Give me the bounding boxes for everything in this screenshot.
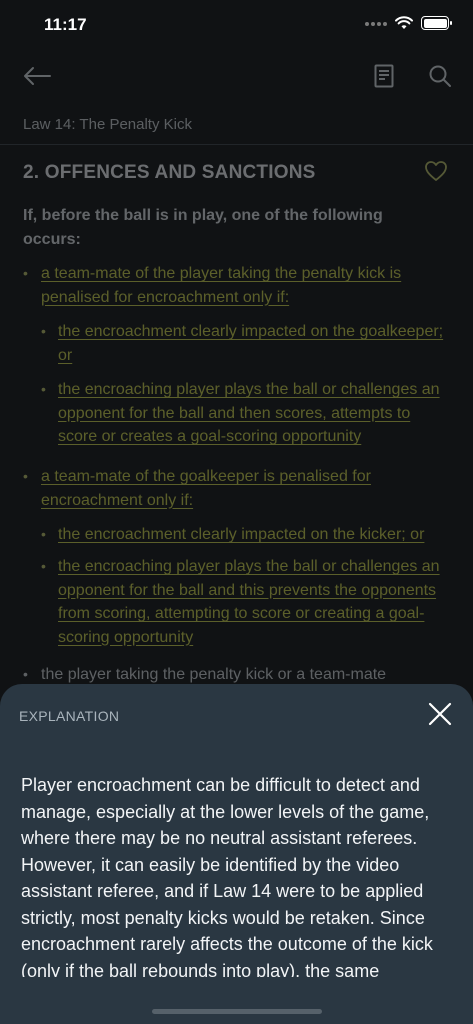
breadcrumb[interactable]: Law 14: The Penalty Kick xyxy=(23,116,192,133)
bullet-icon: • xyxy=(41,323,46,339)
bullet-icon: • xyxy=(41,381,46,397)
sub-list-item[interactable]: • the encroaching player plays the ball … xyxy=(23,555,453,651)
sub-list-item-link[interactable]: the encroachment clearly impacted on the… xyxy=(58,526,424,543)
arrow-left-icon[interactable] xyxy=(22,66,52,86)
bullet-icon: • xyxy=(23,468,28,484)
home-indicator[interactable] xyxy=(152,1009,322,1014)
sub-list-item-link[interactable]: the encroaching player plays the ball or… xyxy=(58,381,440,445)
sub-list-item-link[interactable]: the encroaching player plays the ball or… xyxy=(58,558,440,646)
bullet-icon: • xyxy=(23,666,28,682)
divider xyxy=(0,144,473,145)
list-item-text: the player taking the penalty kick or a … xyxy=(41,666,387,683)
heart-icon[interactable] xyxy=(424,160,448,182)
list-item-link[interactable]: a team-mate of the player taking the pen… xyxy=(41,265,401,306)
signal-icon xyxy=(365,20,387,26)
status-icons xyxy=(365,16,452,30)
search-icon[interactable] xyxy=(428,64,452,88)
section-intro: If, before the ball is in play, one of t… xyxy=(23,207,383,248)
nav-bar xyxy=(0,52,473,100)
explanation-label: EXPLANATION xyxy=(19,708,120,724)
list-item[interactable]: • a team-mate of the player taking the p… xyxy=(23,262,453,312)
status-bar: 11:17 xyxy=(0,0,473,52)
bullet-icon: • xyxy=(41,526,46,542)
explanation-sheet[interactable]: EXPLANATION Player encroachment can be d… xyxy=(0,684,473,1024)
bullet-icon: • xyxy=(41,558,46,574)
status-time: 11:17 xyxy=(44,15,87,34)
sub-list-item[interactable]: • the encroachment clearly impacted on t… xyxy=(23,523,453,549)
sub-list-item[interactable]: • the encroachment clearly impacted on t… xyxy=(23,320,453,370)
sub-list-item-link[interactable]: the encroachment clearly impacted on the… xyxy=(58,323,443,364)
notes-icon[interactable] xyxy=(374,64,394,88)
explanation-text: Player encroachment can be difficult to … xyxy=(21,775,433,977)
sub-list-item[interactable]: • the encroaching player plays the ball … xyxy=(23,378,453,451)
close-icon[interactable] xyxy=(428,702,452,726)
list-item-link[interactable]: a team-mate of the goalkeeper is penalis… xyxy=(41,468,371,509)
bullet-icon: • xyxy=(23,265,28,281)
section-title: 2. OFFENCES AND SANCTIONS xyxy=(23,162,316,183)
law-list: • a team-mate of the player taking the p… xyxy=(23,262,453,689)
wifi-icon xyxy=(395,16,413,29)
battery-icon xyxy=(421,16,452,30)
list-item[interactable]: • a team-mate of the goalkeeper is penal… xyxy=(23,465,453,515)
